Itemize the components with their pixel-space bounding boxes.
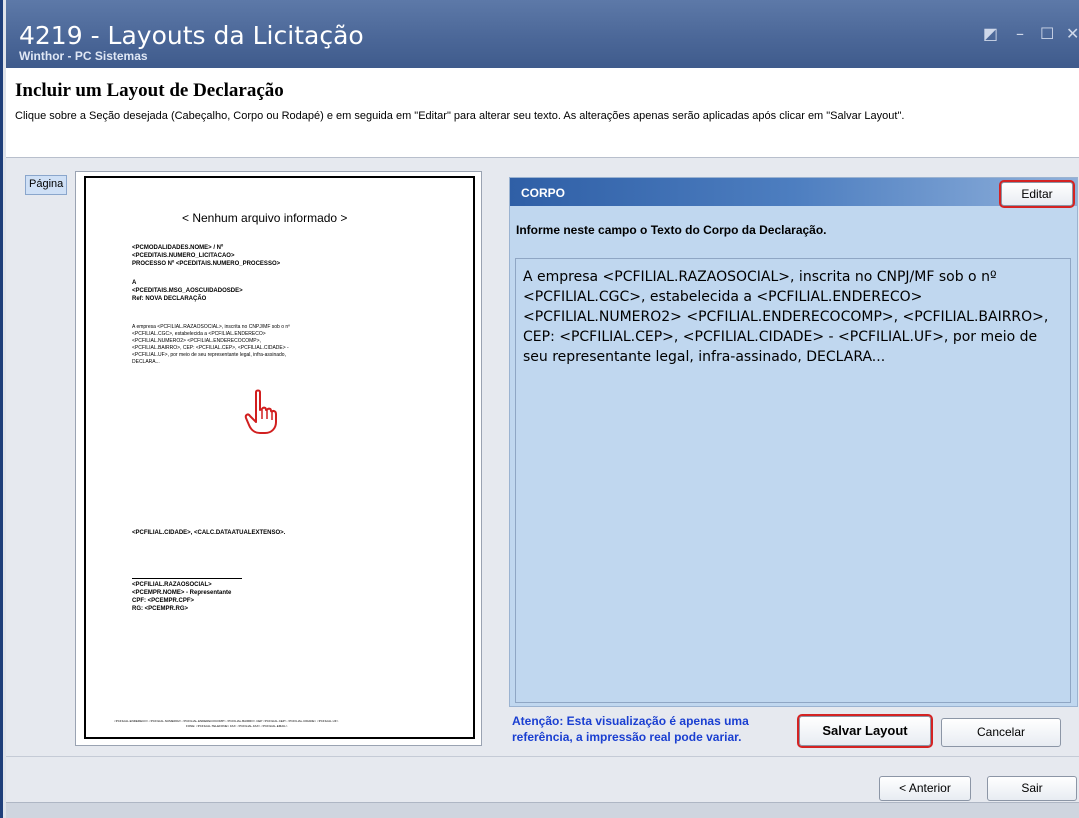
app-window: 4219 - Layouts da Licitação Winthor - PC… [0, 0, 1079, 818]
attention-note: Atenção: Esta visualização é apenas uma … [512, 714, 749, 744]
preview-signature-line: CPF: <PCEMPR.CPF> [132, 598, 195, 604]
section-text-field[interactable]: A empresa <PCFILIAL.RAZAOSOCIAL>, inscri… [515, 258, 1071, 703]
tab-pagina[interactable]: Página [25, 175, 67, 195]
preview-footer-line: FONE: <PCFILIAL.TELEFONE> FAX: <PCFILIAL… [186, 724, 288, 728]
main-content: Página < Nenhum arquivo informado > <PCM… [6, 158, 1079, 756]
preview-page[interactable]: < Nenhum arquivo informado > <PCMODALIDA… [84, 176, 475, 739]
page-title: Incluir um Layout de Declaração [15, 80, 284, 101]
window-title: 4219 - Layouts da Licitação [19, 21, 364, 50]
preview-date-line: <PCFILIAL.CIDADE>, <CALC.DATAATUALEXTENS… [132, 530, 286, 536]
previous-button[interactable]: < Anterior [879, 776, 971, 801]
preview-signature-line: RG: <PCEMPR.RG> [132, 606, 189, 612]
page-description: Clique sobre a Seção desejada (Cabeçalho… [15, 110, 905, 122]
preview-body-line: DECLARA... [132, 359, 160, 365]
page-header: Incluir um Layout de Declaração Clique s… [6, 68, 1079, 158]
close-icon[interactable]: ✕ [1066, 24, 1079, 43]
preview-signature-line: <PCFILIAL.RAZAOSOCIAL> [132, 582, 212, 588]
cancel-button[interactable]: Cancelar [941, 718, 1061, 747]
preview-body-line: <PCFILIAL.CGC>, estabelecida a <PCFILIAL… [132, 331, 266, 337]
save-layout-button[interactable]: Salvar Layout [797, 714, 933, 748]
preview-body-line: <PCFILIAL.BAIRRO>, CEP: <PCFILIAL.CEP>, … [132, 345, 289, 351]
signature-line [132, 578, 242, 579]
preview-body-line: <PCFILIAL.UF>, por meio de seu represent… [132, 352, 286, 358]
preview-to-line: <PCEDITAIS.MSG_AOSCUIDADOSDE> [132, 288, 243, 294]
preview-signature-line: <PCEMPR.NOME> - Representante [132, 590, 232, 596]
preview-to-line: Ref: NOVA DECLARAÇÃO [132, 296, 207, 302]
maximize-icon[interactable]: ☐ [1040, 24, 1054, 43]
no-file-label: < Nenhum arquivo informado > [182, 211, 348, 225]
preview-body-line: A empresa <PCFILIAL.RAZAOSOCIAL>, inscri… [132, 324, 290, 330]
preview-header-line: PROCESSO Nº <PCEDITAIS.NUMERO_PROCESSO> [132, 261, 281, 267]
edit-button[interactable]: Editar [999, 180, 1075, 208]
preview-header-line: <PCMODALIDADES.NOME> / Nº [132, 245, 224, 251]
preview-body-line: <PCFILIAL.NUMERO2> <PCFILIAL.ENDERECOCOM… [132, 338, 261, 344]
title-bar[interactable]: 4219 - Layouts da Licitação Winthor - PC… [6, 0, 1079, 68]
preview-header-line: <PCEDITAIS.NUMERO_LICITACAO> [132, 253, 235, 259]
restore-icon[interactable]: ◩ [983, 24, 998, 43]
section-info: Informe neste campo o Texto do Corpo da … [516, 223, 827, 237]
layout-preview: < Nenhum arquivo informado > <PCMODALIDA… [75, 171, 482, 746]
section-editor-panel: CORPO Editar Informe neste campo o Texto… [509, 177, 1078, 707]
section-name: CORPO [521, 186, 566, 200]
minimize-icon[interactable]: – [1016, 24, 1024, 43]
status-bar [6, 802, 1079, 818]
hand-pointer-icon [244, 389, 277, 434]
preview-to-line: A [132, 280, 137, 286]
section-header-bar: CORPO Editar [510, 178, 1077, 208]
preview-footer-line: <PCFILIAL.ENDERECO> <PCFILIAL.NUMERO2> <… [114, 719, 339, 723]
exit-button[interactable]: Sair [987, 776, 1077, 801]
footer-bar: < Anterior Sair [6, 756, 1079, 802]
window-subtitle: Winthor - PC Sistemas [19, 49, 148, 63]
